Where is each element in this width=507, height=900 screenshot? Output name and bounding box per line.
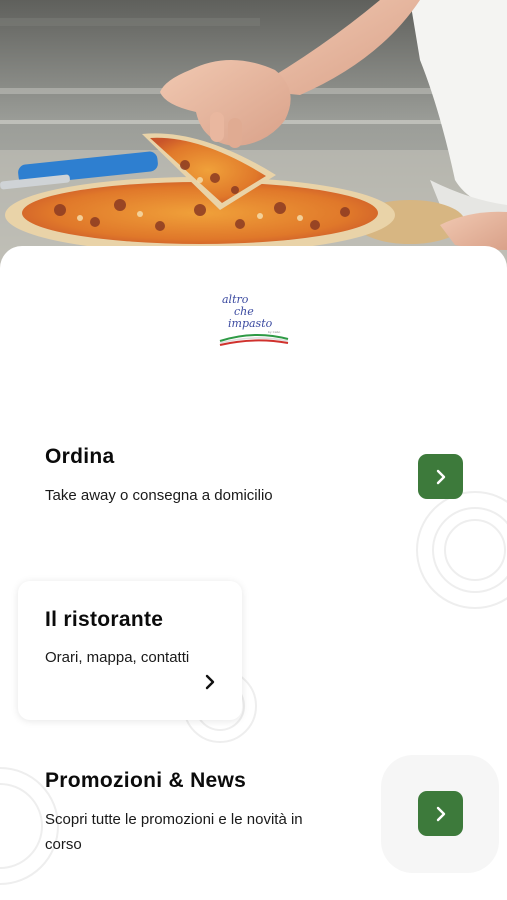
promozioni-arrow-button[interactable] <box>418 791 463 836</box>
hero-image <box>0 0 507 270</box>
logo-line-1: altro <box>222 293 249 306</box>
brand-logo: altro che impasto by Cabo <box>210 294 300 350</box>
logo-wordmark: altro che impasto <box>222 294 292 330</box>
promozioni-subtitle: Scopri tutte le promozioni e le novità i… <box>45 807 303 857</box>
content-sheet: altro che impasto by Cabo Ordina Take aw… <box>0 246 507 900</box>
ordina-subtitle: Take away o consegna a domicilio <box>45 487 273 504</box>
chevron-right-icon[interactable] <box>203 674 217 690</box>
ordina-arrow-button[interactable] <box>418 454 463 499</box>
decorative-rings-top-right <box>416 491 507 609</box>
logo-flag-swoosh-icon <box>219 333 289 346</box>
chevron-right-icon <box>436 469 445 484</box>
ordina-title: Ordina <box>45 445 115 468</box>
hero-pizza-illustration <box>0 0 507 270</box>
ristorante-title: Il ristorante <box>45 608 164 631</box>
promozioni-title: Promozioni & News <box>45 769 247 792</box>
ristorante-subtitle: Orari, mappa, contatti <box>45 649 190 666</box>
promozioni-subtitle-line-2: corso <box>45 836 82 853</box>
logo-line-3: impasto <box>228 317 273 330</box>
promozioni-subtitle-line-1: Scopri tutte le promozioni e le novità i… <box>45 811 303 828</box>
chevron-right-icon <box>436 806 445 821</box>
